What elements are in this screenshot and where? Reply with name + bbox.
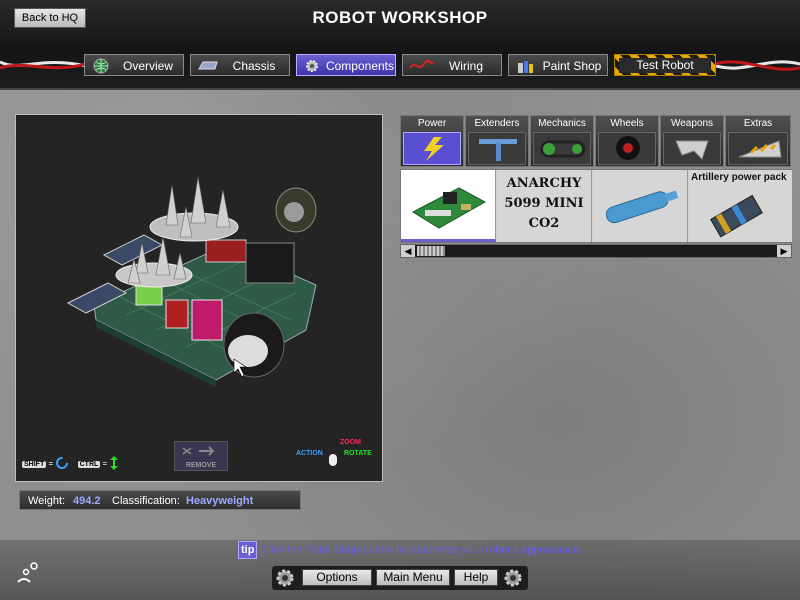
main-menu-button[interactable]: Main Menu — [376, 569, 450, 586]
tab-wiring-label: Wiring — [448, 59, 483, 73]
weight-label: Weight: — [28, 495, 66, 507]
rotate-controls-hint: SHIFT = CTRL = — [22, 455, 119, 473]
category-wheels-label: Wheels — [610, 118, 644, 129]
part-item-gas-cylinder[interactable] — [593, 170, 688, 242]
chain-drive-icon — [533, 132, 591, 165]
rotate-label: ROTATE — [344, 450, 372, 457]
mouse-controls-legend: ZOOM ACTION ROTATE — [296, 439, 376, 473]
wedge-icon — [728, 132, 788, 165]
cable-decoration-right — [716, 56, 800, 76]
category-wheels[interactable]: Wheels — [595, 115, 659, 167]
tip-bar: tip Click the Paint Shop button to custom… — [238, 541, 583, 559]
wire-icon — [409, 58, 434, 74]
category-weapons-label: Weapons — [670, 118, 714, 129]
tab-chassis[interactable]: Chassis — [190, 54, 290, 76]
blade-icon — [663, 132, 721, 165]
tab-test-robot[interactable]: Test Robot — [614, 54, 716, 76]
help-button[interactable]: Help — [454, 569, 498, 586]
robot-model-image — [66, 176, 317, 387]
lightning-icon — [403, 132, 461, 165]
parts-scrollbar[interactable]: ◀ ▶ — [400, 244, 792, 258]
part-item-circuit-board[interactable] — [401, 170, 496, 242]
circuit-board-icon — [409, 178, 489, 239]
part-item-label: ANARCHY 5099 MINI CO2 — [504, 176, 584, 231]
tab-paint-shop-label: Paint Shop — [542, 59, 602, 73]
game-logo-icon — [14, 560, 42, 588]
tab-chassis-label: Chassis — [232, 59, 276, 73]
category-extras[interactable]: Extras — [725, 115, 791, 167]
scroll-thumb[interactable] — [417, 246, 445, 256]
category-extras-label: Extras — [743, 118, 773, 129]
category-weapons[interactable]: Weapons — [660, 115, 724, 167]
part-item-artillery-power-pack[interactable]: Artillery power pack — [689, 170, 792, 242]
globe-icon — [91, 58, 111, 74]
tab-overview-label: Overview — [122, 59, 173, 73]
part-item-label: Artillery power pack — [691, 172, 787, 183]
top-bar: Back to HQ ROBOT WORKSHOP Overview Chass… — [0, 0, 800, 90]
options-button[interactable]: Options — [302, 569, 372, 586]
category-mechanics-label: Mechanics — [538, 118, 586, 129]
remove-label: REMOVE — [185, 462, 217, 469]
tab-overview[interactable]: Overview — [84, 54, 184, 76]
remove-button[interactable]: REMOVE — [174, 441, 228, 471]
category-power-label: Power — [417, 118, 447, 129]
tip-tag: tip — [238, 541, 258, 559]
mouse-icon — [329, 454, 337, 466]
gear-icon — [274, 567, 296, 589]
paint-can-icon — [515, 58, 535, 74]
category-tabs: Power Extenders Mechanics Wheels Weapons — [400, 115, 792, 167]
scroll-left-arrow-icon[interactable]: ◀ — [401, 245, 415, 257]
part-item-anarchy-co2[interactable]: ANARCHY 5099 MINI CO2 — [497, 170, 592, 242]
vertical-arrows-icon — [109, 455, 119, 473]
tab-paint-shop[interactable]: Paint Shop — [508, 54, 608, 76]
tab-test-robot-label: Test Robot — [619, 58, 711, 73]
tab-components[interactable]: Components — [296, 54, 396, 76]
tab-components-label: Components — [325, 59, 395, 73]
robot-3d-viewport[interactable]: SHIFT = CTRL = REMOVE ZOOM ACTION ROTATE — [15, 114, 383, 482]
t-bar-icon — [468, 132, 526, 165]
classification-value: Heavyweight — [186, 495, 254, 507]
gear-icon — [303, 58, 323, 74]
tab-wiring[interactable]: Wiring — [402, 54, 502, 76]
page-title: ROBOT WORKSHOP — [312, 8, 488, 27]
rotate-arrow-icon — [55, 456, 69, 472]
ctrl-key-label: CTRL — [77, 460, 101, 468]
cable-decoration-left — [0, 56, 86, 76]
zoom-label: ZOOM — [340, 439, 361, 446]
category-power[interactable]: Power — [400, 115, 464, 167]
wheel-icon — [598, 132, 656, 165]
power-pack-icon — [707, 194, 767, 245]
chassis-icon — [197, 58, 218, 74]
robot-stats-bar: Weight: 494.2 Classification: Heavyweigh… — [19, 490, 301, 510]
category-extenders[interactable]: Extenders — [465, 115, 529, 167]
shift-key-label: SHIFT — [22, 460, 47, 468]
category-mechanics[interactable]: Mechanics — [530, 115, 594, 167]
category-extenders-label: Extenders — [474, 118, 520, 129]
bottom-menu: Options Main Menu Help — [272, 566, 528, 590]
tip-text: Click the Paint Shop button to customize… — [260, 544, 583, 556]
remove-arrow-icon — [181, 444, 221, 463]
gas-cylinder-icon — [597, 184, 685, 233]
weight-value: 494.2 — [73, 495, 101, 507]
classification-label: Classification: — [112, 495, 180, 507]
action-label: ACTION — [296, 450, 323, 457]
gear-icon — [502, 567, 524, 589]
scroll-right-arrow-icon[interactable]: ▶ — [777, 245, 791, 257]
parts-list: ANARCHY 5099 MINI CO2 Artillery power pa… — [400, 169, 792, 243]
